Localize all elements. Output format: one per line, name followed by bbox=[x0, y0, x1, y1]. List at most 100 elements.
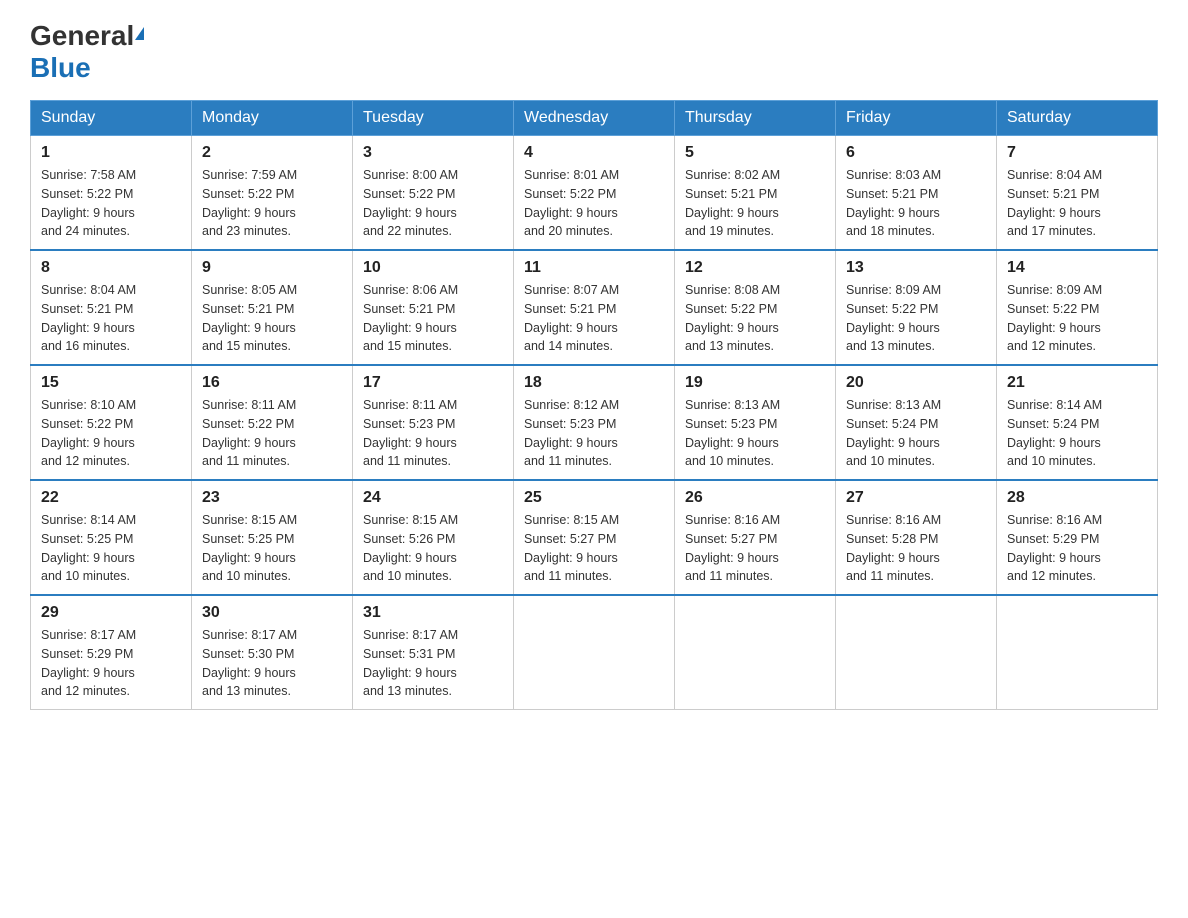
calendar-cell bbox=[675, 595, 836, 710]
calendar-cell: 4Sunrise: 8:01 AMSunset: 5:22 PMDaylight… bbox=[514, 136, 675, 251]
day-info: Sunrise: 8:16 AMSunset: 5:28 PMDaylight:… bbox=[846, 511, 986, 586]
day-number: 23 bbox=[202, 489, 342, 507]
calendar-week-row: 22 Sunrise: 8:14 AMSunset: 5:25 PMDayligh… bbox=[31, 480, 1158, 595]
day-info: Sunrise: 8:15 AMSunset: 5:25 PMDaylight:… bbox=[202, 511, 342, 586]
calendar-cell: 17 Sunrise: 8:11 AMSunset: 5:23 PMDayligh… bbox=[353, 365, 514, 480]
day-info: Sunrise: 8:16 AMSunset: 5:27 PMDaylight:… bbox=[685, 511, 825, 586]
column-header-saturday: Saturday bbox=[997, 101, 1158, 136]
day-number: 28 bbox=[1007, 489, 1147, 507]
day-info: Sunrise: 8:09 AMSunset: 5:22 PMDaylight:… bbox=[846, 281, 986, 356]
calendar-cell: 3 Sunrise: 8:00 AMSunset: 5:22 PMDaylight… bbox=[353, 136, 514, 251]
calendar-week-row: 8 Sunrise: 8:04 AMSunset: 5:21 PMDaylight… bbox=[31, 250, 1158, 365]
calendar-week-row: 15 Sunrise: 8:10 AMSunset: 5:22 PMDayligh… bbox=[31, 365, 1158, 480]
day-number: 3 bbox=[363, 144, 503, 162]
day-info: Sunrise: 8:11 AMSunset: 5:22 PMDaylight:… bbox=[202, 396, 342, 471]
calendar-cell: 28 Sunrise: 8:16 AMSunset: 5:29 PMDayligh… bbox=[997, 480, 1158, 595]
day-number: 19 bbox=[685, 374, 825, 392]
day-info: Sunrise: 8:15 AMSunset: 5:27 PMDaylight:… bbox=[524, 511, 664, 586]
day-number: 30 bbox=[202, 604, 342, 622]
day-info: Sunrise: 8:17 AMSunset: 5:31 PMDaylight:… bbox=[363, 626, 503, 701]
day-info: Sunrise: 8:06 AMSunset: 5:21 PMDaylight:… bbox=[363, 281, 503, 356]
column-header-sunday: Sunday bbox=[31, 101, 192, 136]
calendar-cell: 18 Sunrise: 8:12 AMSunset: 5:23 PMDayligh… bbox=[514, 365, 675, 480]
day-info: Sunrise: 8:12 AMSunset: 5:23 PMDaylight:… bbox=[524, 396, 664, 471]
calendar-cell: 29Sunrise: 8:17 AMSunset: 5:29 PMDayligh… bbox=[31, 595, 192, 710]
day-number: 24 bbox=[363, 489, 503, 507]
day-info: Sunrise: 8:13 AMSunset: 5:24 PMDaylight:… bbox=[846, 396, 986, 471]
day-info: Sunrise: 8:08 AMSunset: 5:22 PMDaylight:… bbox=[685, 281, 825, 356]
day-info: Sunrise: 8:14 AMSunset: 5:25 PMDaylight:… bbox=[41, 511, 181, 586]
day-number: 17 bbox=[363, 374, 503, 392]
calendar-cell: 14 Sunrise: 8:09 AMSunset: 5:22 PMDayligh… bbox=[997, 250, 1158, 365]
day-number: 14 bbox=[1007, 259, 1147, 277]
column-header-wednesday: Wednesday bbox=[514, 101, 675, 136]
calendar-cell: 21 Sunrise: 8:14 AMSunset: 5:24 PMDayligh… bbox=[997, 365, 1158, 480]
day-number: 21 bbox=[1007, 374, 1147, 392]
page-header: General Blue bbox=[30, 20, 1158, 84]
day-number: 6 bbox=[846, 144, 986, 162]
day-info: Sunrise: 8:09 AMSunset: 5:22 PMDaylight:… bbox=[1007, 281, 1147, 356]
day-number: 27 bbox=[846, 489, 986, 507]
day-number: 2 bbox=[202, 144, 342, 162]
day-number: 26 bbox=[685, 489, 825, 507]
calendar-cell: 31 Sunrise: 8:17 AMSunset: 5:31 PMDayligh… bbox=[353, 595, 514, 710]
day-number: 20 bbox=[846, 374, 986, 392]
day-number: 18 bbox=[524, 374, 664, 392]
day-number: 12 bbox=[685, 259, 825, 277]
calendar-header-row: SundayMondayTuesdayWednesdayThursdayFrid… bbox=[31, 101, 1158, 136]
day-info: Sunrise: 8:10 AMSunset: 5:22 PMDaylight:… bbox=[41, 396, 181, 471]
day-number: 15 bbox=[41, 374, 181, 392]
calendar-table: SundayMondayTuesdayWednesdayThursdayFrid… bbox=[30, 100, 1158, 710]
logo: General Blue bbox=[30, 20, 144, 84]
calendar-cell bbox=[997, 595, 1158, 710]
column-header-friday: Friday bbox=[836, 101, 997, 136]
calendar-cell: 19 Sunrise: 8:13 AMSunset: 5:23 PMDayligh… bbox=[675, 365, 836, 480]
calendar-cell: 8 Sunrise: 8:04 AMSunset: 5:21 PMDaylight… bbox=[31, 250, 192, 365]
calendar-cell: 6 Sunrise: 8:03 AMSunset: 5:21 PMDaylight… bbox=[836, 136, 997, 251]
day-info: Sunrise: 8:17 AMSunset: 5:30 PMDaylight:… bbox=[202, 626, 342, 701]
day-info: Sunrise: 7:59 AMSunset: 5:22 PMDaylight:… bbox=[202, 166, 342, 241]
day-number: 7 bbox=[1007, 144, 1147, 162]
calendar-cell: 24 Sunrise: 8:15 AMSunset: 5:26 PMDayligh… bbox=[353, 480, 514, 595]
logo-triangle-icon bbox=[135, 27, 144, 40]
calendar-cell: 27 Sunrise: 8:16 AMSunset: 5:28 PMDayligh… bbox=[836, 480, 997, 595]
calendar-cell: 26 Sunrise: 8:16 AMSunset: 5:27 PMDayligh… bbox=[675, 480, 836, 595]
calendar-week-row: 1 Sunrise: 7:58 AMSunset: 5:22 PMDaylight… bbox=[31, 136, 1158, 251]
day-info: Sunrise: 8:02 AMSunset: 5:21 PMDaylight:… bbox=[685, 166, 825, 241]
day-info: Sunrise: 8:05 AMSunset: 5:21 PMDaylight:… bbox=[202, 281, 342, 356]
day-info: Sunrise: 8:14 AMSunset: 5:24 PMDaylight:… bbox=[1007, 396, 1147, 471]
day-info: Sunrise: 8:00 AMSunset: 5:22 PMDaylight:… bbox=[363, 166, 503, 241]
day-info: Sunrise: 8:11 AMSunset: 5:23 PMDaylight:… bbox=[363, 396, 503, 471]
day-info: Sunrise: 8:03 AMSunset: 5:21 PMDaylight:… bbox=[846, 166, 986, 241]
day-number: 16 bbox=[202, 374, 342, 392]
day-number: 1 bbox=[41, 144, 181, 162]
column-header-monday: Monday bbox=[192, 101, 353, 136]
calendar-cell: 20 Sunrise: 8:13 AMSunset: 5:24 PMDayligh… bbox=[836, 365, 997, 480]
calendar-cell: 16 Sunrise: 8:11 AMSunset: 5:22 PMDayligh… bbox=[192, 365, 353, 480]
calendar-cell: 12 Sunrise: 8:08 AMSunset: 5:22 PMDayligh… bbox=[675, 250, 836, 365]
day-info: Sunrise: 8:16 AMSunset: 5:29 PMDaylight:… bbox=[1007, 511, 1147, 586]
calendar-cell: 22 Sunrise: 8:14 AMSunset: 5:25 PMDayligh… bbox=[31, 480, 192, 595]
day-info: Sunrise: 7:58 AMSunset: 5:22 PMDaylight:… bbox=[41, 166, 181, 241]
calendar-cell: 11Sunrise: 8:07 AMSunset: 5:21 PMDayligh… bbox=[514, 250, 675, 365]
day-number: 11 bbox=[524, 259, 664, 277]
day-info: Sunrise: 8:15 AMSunset: 5:26 PMDaylight:… bbox=[363, 511, 503, 586]
calendar-cell bbox=[836, 595, 997, 710]
calendar-cell: 30 Sunrise: 8:17 AMSunset: 5:30 PMDayligh… bbox=[192, 595, 353, 710]
day-info: Sunrise: 8:13 AMSunset: 5:23 PMDaylight:… bbox=[685, 396, 825, 471]
calendar-cell: 13Sunrise: 8:09 AMSunset: 5:22 PMDayligh… bbox=[836, 250, 997, 365]
column-header-thursday: Thursday bbox=[675, 101, 836, 136]
calendar-cell: 10Sunrise: 8:06 AMSunset: 5:21 PMDayligh… bbox=[353, 250, 514, 365]
day-number: 25 bbox=[524, 489, 664, 507]
day-info: Sunrise: 8:17 AMSunset: 5:29 PMDaylight:… bbox=[41, 626, 181, 701]
calendar-cell: 7Sunrise: 8:04 AMSunset: 5:21 PMDaylight… bbox=[997, 136, 1158, 251]
day-info: Sunrise: 8:04 AMSunset: 5:21 PMDaylight:… bbox=[41, 281, 181, 356]
column-header-tuesday: Tuesday bbox=[353, 101, 514, 136]
day-number: 8 bbox=[41, 259, 181, 277]
calendar-week-row: 29Sunrise: 8:17 AMSunset: 5:29 PMDayligh… bbox=[31, 595, 1158, 710]
day-number: 31 bbox=[363, 604, 503, 622]
day-number: 9 bbox=[202, 259, 342, 277]
day-number: 22 bbox=[41, 489, 181, 507]
day-info: Sunrise: 8:01 AMSunset: 5:22 PMDaylight:… bbox=[524, 166, 664, 241]
calendar-cell: 15 Sunrise: 8:10 AMSunset: 5:22 PMDayligh… bbox=[31, 365, 192, 480]
